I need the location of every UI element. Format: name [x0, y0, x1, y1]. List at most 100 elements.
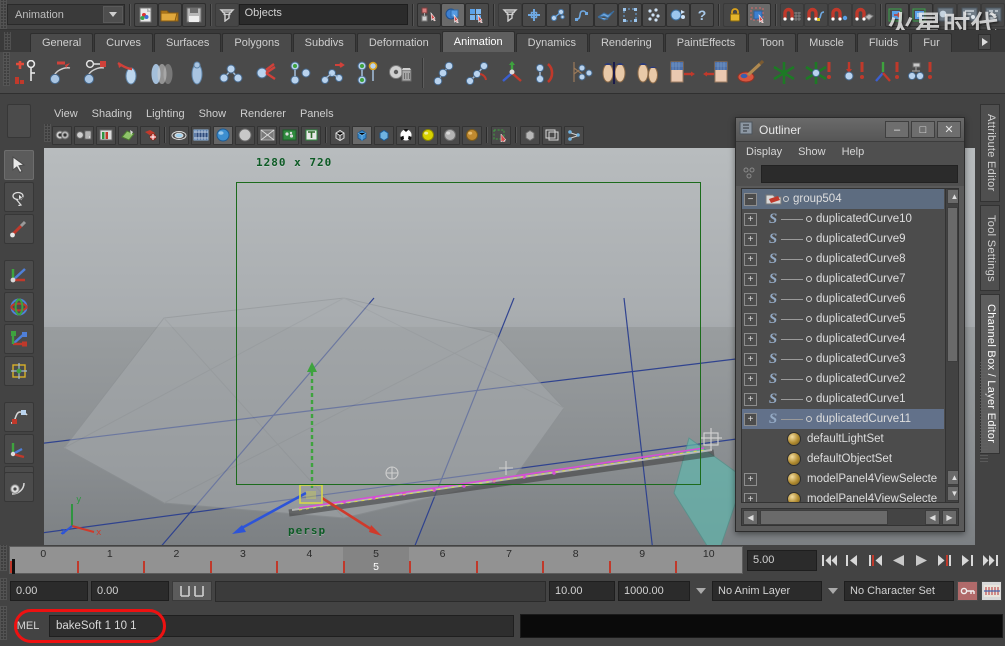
shelf-tabs-grip[interactable]: [4, 32, 11, 50]
show-component-icon[interactable]: [564, 126, 584, 145]
create-cluster-icon[interactable]: [768, 57, 800, 89]
anim-layer-dropdown-icon[interactable]: [693, 581, 709, 601]
set-breakdown-key-icon[interactable]: [45, 57, 77, 89]
flat-shaded-icon[interactable]: [374, 126, 394, 145]
viewport-menu-show[interactable]: Show: [199, 108, 227, 120]
paint-skin-weights-tool-icon[interactable]: [734, 57, 766, 89]
time-slider-ticks[interactable]: 0123456789105: [9, 546, 743, 574]
mask-rendering-icon[interactable]: [666, 3, 690, 27]
render-settings-icon[interactable]: [981, 3, 1005, 27]
anim-layer-field[interactable]: No Anim Layer: [712, 581, 822, 601]
go-to-start-button[interactable]: [819, 550, 840, 570]
unghost-selected-icon[interactable]: [181, 57, 213, 89]
copy-skin-weights-icon[interactable]: [632, 57, 664, 89]
outliner-row[interactable]: +SduplicatedCurve8: [742, 249, 944, 269]
bookmark-icon[interactable]: [96, 126, 116, 145]
detach-skin-icon[interactable]: [564, 57, 596, 89]
outliner-row[interactable]: +SduplicatedCurve9: [742, 229, 944, 249]
component-mask-menu-icon[interactable]: [498, 3, 522, 27]
outliner-row[interactable]: +SduplicatedCurve5: [742, 309, 944, 329]
playhead[interactable]: [12, 559, 15, 574]
outliner-row[interactable]: +SduplicatedCurve2: [742, 369, 944, 389]
range-start-field[interactable]: 0.00: [10, 581, 88, 601]
new-scene-icon[interactable]: [134, 3, 158, 27]
shelf-tab-surfaces[interactable]: Surfaces: [154, 33, 221, 52]
highlight-selection-icon[interactable]: [747, 3, 771, 27]
smooth-shaded-icon[interactable]: [352, 126, 372, 145]
playback-end-field[interactable]: 1000.00: [618, 581, 690, 601]
create-blendshape-icon[interactable]: [904, 57, 936, 89]
range-slider-track[interactable]: [215, 581, 546, 602]
object-name-field[interactable]: Objects: [239, 4, 408, 25]
scroll-left-button[interactable]: ◀: [743, 510, 758, 525]
construction-history-on-icon[interactable]: [885, 3, 909, 27]
outliner-title-bar[interactable]: Outliner – □ ✕: [736, 118, 964, 142]
outliner-filter-icon[interactable]: [742, 166, 756, 183]
outliner-row[interactable]: +SduplicatedCurve11: [742, 409, 944, 429]
go-to-end-button[interactable]: [980, 550, 1001, 570]
show-manipulator-tool-icon[interactable]: [4, 434, 34, 464]
insert-joint-tool-icon[interactable]: [428, 57, 460, 89]
select-by-component-type-icon[interactable]: [465, 3, 489, 27]
close-button[interactable]: ✕: [937, 121, 961, 138]
status-line-grip[interactable]: [0, 0, 7, 29]
toolbox-collapse-handle[interactable]: [7, 104, 31, 138]
scroll-thumb[interactable]: [947, 207, 958, 362]
outliner-menu-display[interactable]: Display: [746, 146, 782, 158]
shadows-icon[interactable]: [462, 126, 482, 145]
collapse-icon[interactable]: −: [744, 193, 757, 206]
mirror-skin-weights-icon[interactable]: [598, 57, 630, 89]
snap-to-point-icon[interactable]: [828, 3, 852, 27]
outliner-row[interactable]: defaultLightSet: [742, 429, 944, 449]
expand-icon[interactable]: +: [744, 313, 757, 326]
move-tool-icon[interactable]: [4, 260, 34, 290]
command-line-grip[interactable]: [0, 606, 7, 640]
step-back-frame-button[interactable]: [842, 550, 863, 570]
character-set-field[interactable]: No Character Set: [844, 581, 954, 601]
mask-curves-icon[interactable]: [570, 3, 594, 27]
use-all-lights-icon[interactable]: [440, 126, 460, 145]
scroll-down-button[interactable]: ▼: [947, 486, 959, 501]
animation-preferences-icon[interactable]: [981, 581, 1002, 601]
step-back-key-button[interactable]: [865, 550, 886, 570]
command-language-label[interactable]: MEL: [7, 620, 49, 632]
expand-icon[interactable]: +: [744, 373, 757, 386]
mask-surfaces-icon[interactable]: [594, 3, 618, 27]
image-plane-icon[interactable]: [118, 126, 138, 145]
construction-history-off-icon[interactable]: [909, 3, 933, 27]
mask-handles-icon[interactable]: [522, 3, 546, 27]
range-end-field[interactable]: 0.00: [91, 581, 169, 601]
select-by-object-type-icon[interactable]: [441, 3, 465, 27]
isolate-select-icon[interactable]: [520, 126, 540, 145]
paint-effects-tool-icon[interactable]: [4, 472, 34, 502]
outliner-row[interactable]: −group504: [742, 189, 944, 209]
smooth-bind-skin-icon[interactable]: [496, 57, 528, 89]
shelf-tab-fur[interactable]: Fur: [911, 33, 952, 52]
hardware-texturing-icon[interactable]: [213, 126, 233, 145]
use-default-light-icon[interactable]: [418, 126, 438, 145]
viewport-menu-panels[interactable]: Panels: [300, 108, 334, 120]
select-tool-icon[interactable]: [4, 150, 34, 180]
scroll-right-button[interactable]: ▶: [942, 510, 957, 525]
shelf-tab-rendering[interactable]: Rendering: [589, 33, 664, 52]
minimize-button[interactable]: –: [885, 121, 909, 138]
range-row-grip[interactable]: [0, 578, 7, 600]
expand-icon[interactable]: +: [744, 213, 757, 226]
shelf-tab-dynamics[interactable]: Dynamics: [516, 33, 588, 52]
auto-keyframe-icon[interactable]: [957, 581, 978, 601]
set-key-icon[interactable]: [11, 57, 43, 89]
outliner-menu-show[interactable]: Show: [798, 146, 826, 158]
outliner-row[interactable]: +modelPanel4ViewSelecte: [742, 489, 944, 502]
right-tab-tool-settings[interactable]: Tool Settings: [980, 205, 1000, 292]
shelf-tab-fluids[interactable]: Fluids: [857, 33, 910, 52]
viewport-menu-lighting[interactable]: Lighting: [146, 108, 185, 120]
shelf-tab-toon[interactable]: Toon: [748, 33, 796, 52]
character-set-dropdown-icon[interactable]: [825, 581, 841, 601]
render-region-icon[interactable]: [279, 126, 299, 145]
xray-joints-icon[interactable]: [542, 126, 562, 145]
snap-to-grid-icon[interactable]: [780, 3, 804, 27]
select-camera-icon[interactable]: [52, 126, 72, 145]
right-tab-attribute-editor[interactable]: Attribute Editor: [980, 104, 1000, 202]
current-time-field[interactable]: 5.00: [747, 550, 817, 571]
expand-icon[interactable]: +: [744, 493, 757, 503]
